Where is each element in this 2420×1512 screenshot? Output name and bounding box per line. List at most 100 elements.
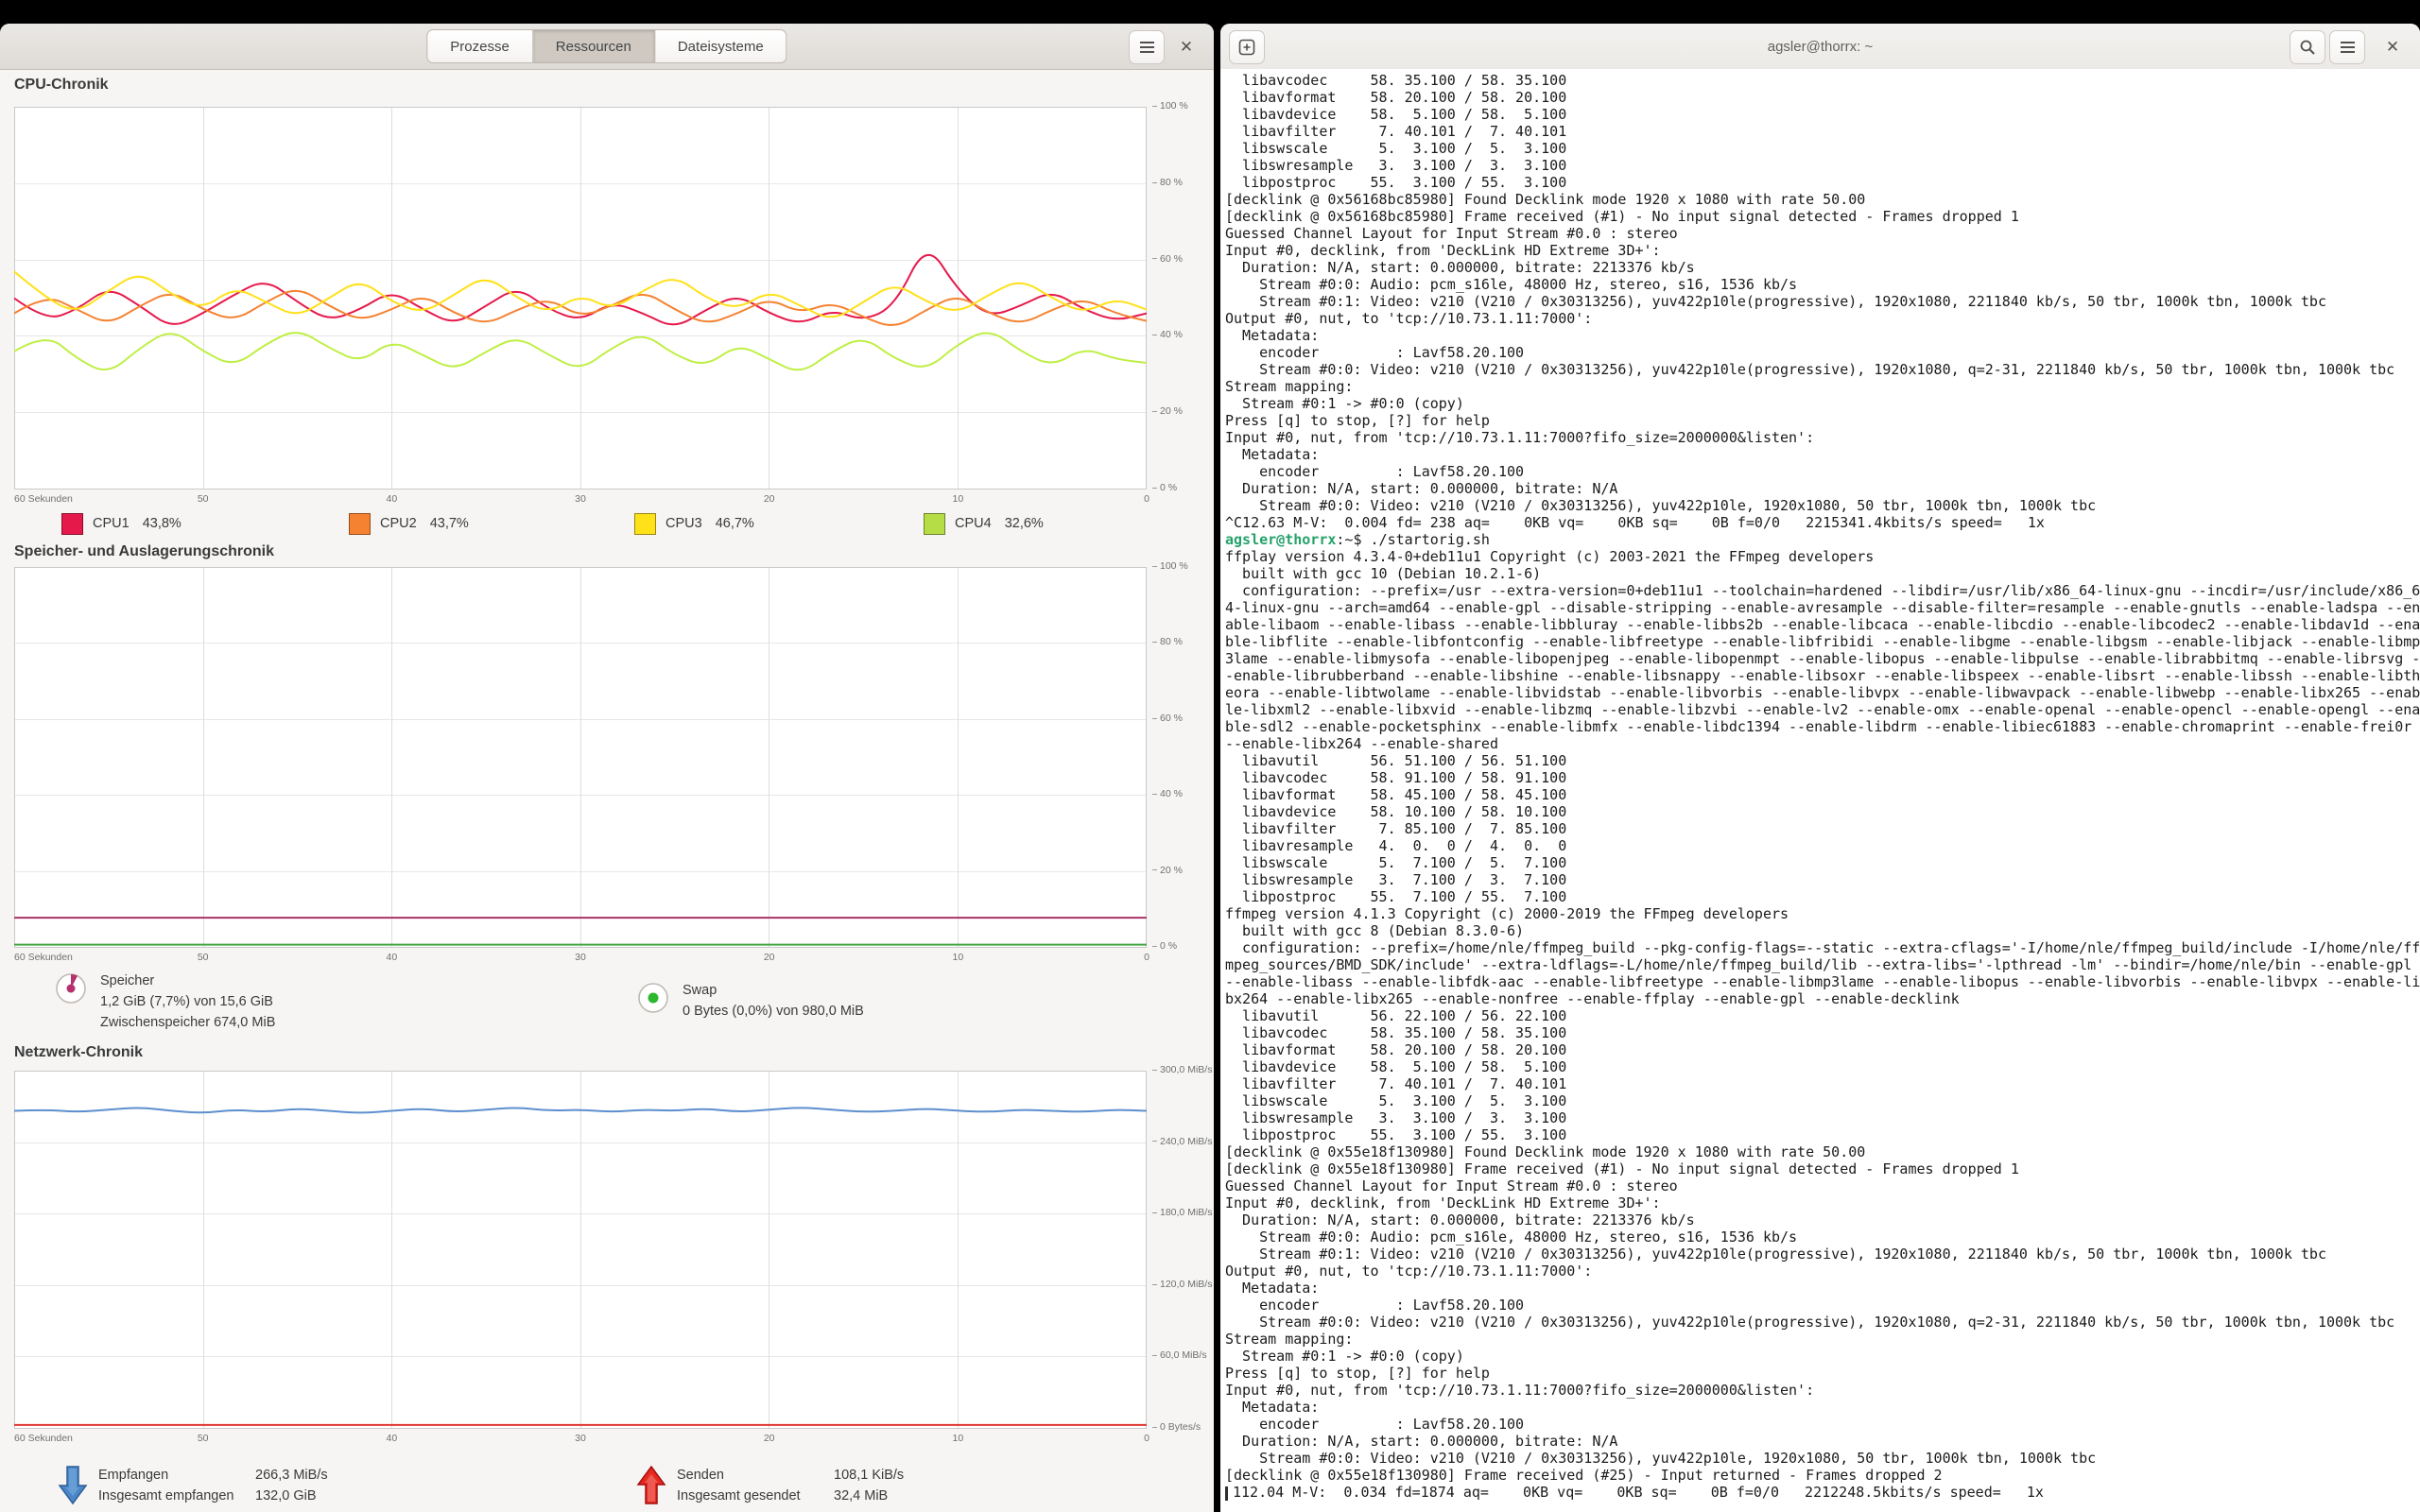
terminal-line: built with gcc 8 (Debian 8.3.0-6) [1225,922,2420,939]
network-ytick: 240,0 MiB/s [1152,1136,1209,1147]
desktop: Prozesse Ressourcen Dateisysteme ✕ CPU-C… [0,0,2420,1512]
terminal-line: bx264 --enable-libx265 --enable-nonfree … [1225,990,2420,1007]
memory-ytick: 60 % [1152,713,1209,724]
terminal-line: libavdevice 58. 10.100 / 58. 10.100 [1225,803,2420,820]
terminal-line: libavutil 56. 22.100 / 56. 22.100 [1225,1007,2420,1024]
swap-usage-value: 0 Bytes (0,0%) von 980,0 MiB [683,1001,864,1022]
cpu-ytick: 20 % [1152,405,1209,417]
terminal-line: libavcodec 58. 91.100 / 58. 91.100 [1225,769,2420,786]
terminal-line: Stream #0:0: Video: v210 (V210 / 0x30313… [1225,1314,2420,1331]
terminal-line: -enable-librubberband --enable-libshine … [1225,667,2420,684]
memory-xtick: 30 [575,952,586,963]
new-tab-button[interactable] [1229,30,1265,64]
terminal-line: Stream #0:0: Video: v210 (V210 / 0x30313… [1225,361,2420,378]
terminal-line: Stream #0:1: Video: v210 (V210 / 0x30313… [1225,293,2420,310]
terminal-line: libavresample 4. 0. 0 / 4. 0. 0 [1225,837,2420,854]
memory-xtick: 20 [764,952,775,963]
cpu-legend-item-cpu3: CPU346,7% [634,512,754,535]
terminal-line: libavdevice 58. 5.100 / 58. 5.100 [1225,1058,2420,1075]
terminal-window: agsler@thorrx: ~ ✕ libavcodec 58 [1220,24,2420,1512]
terminal-menu-button[interactable] [2329,30,2365,64]
terminal-line: libpostproc 55. 3.100 / 55. 3.100 [1225,174,2420,191]
tab-dateisysteme[interactable]: Dateisysteme [655,29,787,63]
terminal-line: le-libxml2 --enable-libxvid --enable-lib… [1225,701,2420,718]
terminal-line: 4-linux-gnu --arch=amd64 --enable-gpl --… [1225,599,2420,616]
tab-prozesse[interactable]: Prozesse [426,29,533,63]
cpu-xtick: 10 [952,493,963,505]
memory-ytick: 20 % [1152,865,1209,876]
terminal-line: encoder : Lavf58.20.100 [1225,1297,2420,1314]
network-section-title: Netzwerk-Chronik [14,1044,143,1061]
terminal-line: Press [q] to stop, [?] for help [1225,412,2420,429]
recv-total-value: 132,0 GiB [255,1486,328,1506]
terminal-line: [decklink @ 0x56168bc85980] Found Deckli… [1225,191,2420,208]
cpu-legend-label: CPU2 [380,516,417,531]
network-xtick: 60 Sekunden [14,1433,73,1444]
cpu-legend-value: 43,8% [143,516,182,531]
terminal-line: Duration: N/A, start: 0.000000, bitrate:… [1225,259,2420,276]
memory-xtick: 10 [952,952,963,963]
network-xtick: 10 [952,1433,963,1444]
terminal-output[interactable]: libavcodec 58. 35.100 / 58. 35.100 libav… [1220,69,2420,1512]
cpu-color-swatch [634,513,656,535]
cpu-xtick: 0 [1144,493,1150,505]
monitor-menu-button[interactable] [1129,30,1165,64]
search-button[interactable] [2290,30,2325,64]
cpu-legend-value: 32,6% [1005,516,1044,531]
memory-cache-value: Zwischenspeicher 674,0 MiB [100,1012,275,1033]
monitor-headerbar: Prozesse Ressourcen Dateisysteme ✕ [0,24,1214,70]
cpu-color-swatch [924,513,945,535]
terminal-line: libswresample 3. 3.100 / 3. 3.100 [1225,1109,2420,1126]
send-total-label: Insgesamt gesendet [677,1486,826,1506]
terminal-line: Output #0, nut, to 'tcp://10.73.1.11:700… [1225,310,2420,327]
terminal-line: Guessed Channel Layout for Input Stream … [1225,225,2420,242]
terminal-line: Stream #0:0: Video: v210 (V210 / 0x30313… [1225,1450,2420,1467]
network-ytick: 120,0 MiB/s [1152,1279,1209,1290]
terminal-line: eora --enable-libtwolame --enable-libvid… [1225,684,2420,701]
terminal-line: Input #0, nut, from 'tcp://10.73.1.11:70… [1225,429,2420,446]
download-arrow-icon [57,1465,89,1506]
terminal-line: libavformat 58. 45.100 / 58. 45.100 [1225,786,2420,803]
terminal-line: Metadata: [1225,446,2420,463]
tab-ressourcen[interactable]: Ressourcen [533,29,655,63]
cpu-legend-label: CPU4 [955,516,992,531]
shell-prompt: agsler@thorrx [1225,531,1336,548]
memory-legend-item: Speicher 1,2 GiB (7,7%) von 15,6 GiB Zwi… [53,971,275,1033]
cpu-legend-item-cpu2: CPU2 43,7% [349,512,469,535]
close-icon: ✕ [1180,39,1193,55]
swap-legend-item: Swap 0 Bytes (0,0%) von 980,0 MiB [635,980,864,1022]
terminal-close-button[interactable]: ✕ [2377,30,2409,62]
terminal-line: Stream #0:0: Audio: pcm_s16le, 48000 Hz,… [1225,276,2420,293]
memory-chart-canvas [14,567,1147,948]
cpu-ytick: 100 % [1152,100,1209,112]
cpu-xtick: 60 Sekunden [14,493,73,505]
terminal-line: Stream #0:0: Audio: pcm_s16le, 48000 Hz,… [1225,1228,2420,1246]
cpu-chart [14,107,1147,490]
terminal-line: Input #0, decklink, from 'DeckLink HD Ex… [1225,242,2420,259]
cpu-ytick: 0 % [1152,482,1209,493]
send-total-value: 32,4 MiB [834,1486,904,1506]
swap-gauge-icon [635,980,671,1016]
memory-xtick: 50 [198,952,209,963]
terminal-line: encoder : Lavf58.20.100 [1225,344,2420,361]
cpu-color-swatch [349,513,371,535]
monitor-close-button[interactable]: ✕ [1170,30,1202,62]
memory-xtick: 40 [386,952,397,963]
cpu-ytick: 40 % [1152,329,1209,340]
terminal-line: ffmpeg version 4.1.3 Copyright (c) 2000-… [1225,905,2420,922]
terminal-line: Input #0, decklink, from 'DeckLink HD Ex… [1225,1194,2420,1211]
cpu-section-title: CPU-Chronik [14,77,109,94]
terminal-line: libavformat 58. 20.100 / 58. 20.100 [1225,1041,2420,1058]
network-sent-legend: Senden 108,1 KiB/s Insgesamt gesendet 32… [635,1465,904,1506]
memory-ytick: 0 % [1152,940,1209,952]
cpu-xtick: 20 [764,493,775,505]
terminal-line: Stream mapping: [1225,378,2420,395]
memory-gauge-icon [53,971,89,1006]
send-rate-value: 108,1 KiB/s [834,1465,904,1486]
terminal-line: ble-sdl2 --enable-pocketsphinx --enable-… [1225,718,2420,735]
cpu-legend-value: 43,7% [430,516,469,531]
terminal-line: 112.04 M-V: 0.034 fd=1874 aq= 0KB vq= 0K… [1225,1484,2420,1501]
network-chart [14,1071,1147,1429]
network-received-legend: Empfangen 266,3 MiB/s Insgesamt empfange… [57,1465,328,1506]
terminal-line: libswresample 3. 3.100 / 3. 3.100 [1225,157,2420,174]
